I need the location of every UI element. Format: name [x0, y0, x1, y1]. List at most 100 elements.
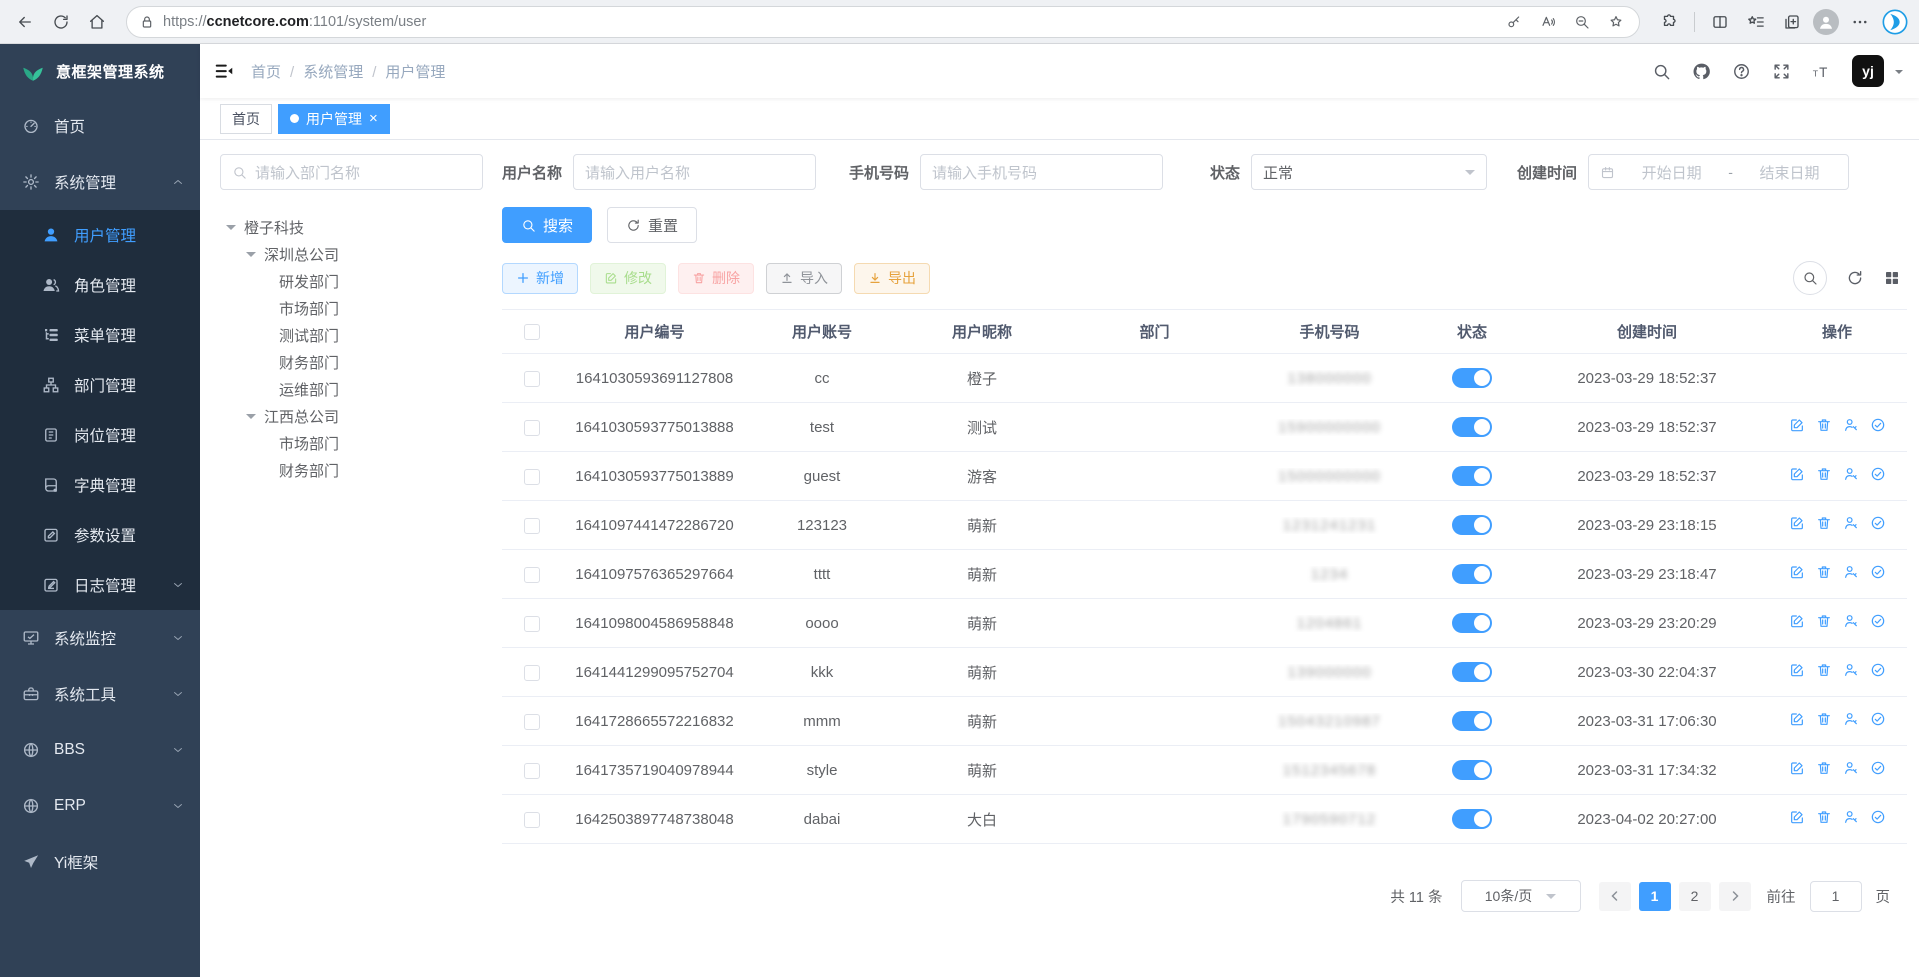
sidebar-fold-icon[interactable] [213, 60, 235, 82]
tree-node[interactable]: 橙子科技 [220, 214, 483, 241]
sidebar-item[interactable]: 系统监控 [0, 610, 200, 666]
edit-button[interactable]: 修改 [590, 263, 666, 294]
tree-node[interactable]: 市场部门 [220, 295, 483, 322]
close-icon[interactable]: × [369, 111, 378, 126]
status-toggle[interactable] [1452, 662, 1492, 682]
tree-node[interactable]: 市场部门 [220, 430, 483, 457]
status-toggle[interactable] [1452, 711, 1492, 731]
prev-page-button[interactable] [1599, 882, 1631, 911]
row-checkbox[interactable] [524, 518, 540, 534]
next-page-button[interactable] [1719, 882, 1751, 911]
avatar-caret-down-icon[interactable] [1895, 70, 1903, 78]
home-icon[interactable] [82, 7, 112, 37]
status-toggle[interactable] [1452, 613, 1492, 633]
status-toggle[interactable] [1452, 417, 1492, 437]
reset-password-icon[interactable] [1843, 515, 1859, 531]
tree-node[interactable]: 财务部门 [220, 457, 483, 484]
address-bar[interactable]: https://ccnetcore.com:1101/system/user [126, 6, 1640, 38]
row-checkbox[interactable] [524, 665, 540, 681]
tree-node[interactable]: 测试部门 [220, 322, 483, 349]
edit-icon[interactable] [1789, 515, 1805, 531]
collections-icon[interactable] [1741, 7, 1771, 37]
import-button[interactable]: 导入 [766, 263, 842, 294]
phone-input[interactable]: 请输入手机号码 [920, 154, 1163, 190]
edit-icon[interactable] [1789, 613, 1805, 629]
assign-role-icon[interactable] [1870, 809, 1886, 825]
url-text[interactable]: https://ccnetcore.com:1101/system/user [163, 14, 1493, 30]
user-avatar[interactable]: yj [1852, 55, 1884, 87]
goto-page-input[interactable]: 1 [1810, 881, 1862, 912]
row-checkbox[interactable] [524, 763, 540, 779]
fullscreen-icon[interactable] [1772, 62, 1791, 81]
zoom-out-icon[interactable] [1569, 9, 1595, 35]
breadcrumb-item[interactable]: 系统管理 [303, 64, 363, 81]
sidebar-item[interactable]: Yi框架 [0, 834, 200, 890]
page-tab[interactable]: 首页 [220, 104, 272, 134]
reset-password-icon[interactable] [1843, 417, 1859, 433]
edit-icon[interactable] [1789, 809, 1805, 825]
date-range-picker[interactable]: 开始日期 - 结束日期 [1588, 154, 1849, 190]
tree-caret-icon[interactable] [226, 225, 236, 235]
sidebar-item[interactable]: 角色管理 [0, 260, 200, 310]
edit-icon[interactable] [1789, 760, 1805, 776]
reset-password-icon[interactable] [1843, 809, 1859, 825]
row-checkbox[interactable] [524, 567, 540, 583]
search-icon[interactable] [1652, 62, 1671, 81]
lock-icon[interactable] [139, 14, 155, 30]
trash-icon[interactable] [1816, 417, 1832, 433]
row-checkbox[interactable] [524, 714, 540, 730]
edit-icon[interactable] [1789, 711, 1805, 727]
split-screen-icon[interactable] [1705, 7, 1735, 37]
edit-icon[interactable] [1789, 564, 1805, 580]
sidebar-item[interactable]: ERP [0, 778, 200, 834]
department-search-input[interactable]: 请输入部门名称 [220, 154, 483, 190]
tree-node[interactable]: 深圳总公司 [220, 241, 483, 268]
status-select[interactable]: 正常 [1251, 154, 1487, 190]
trash-icon[interactable] [1816, 466, 1832, 482]
extensions-icon[interactable] [1654, 7, 1684, 37]
app-logo[interactable]: 意框架管理系统 [0, 44, 200, 98]
page-tab[interactable]: 用户管理 × [278, 104, 390, 134]
assign-role-icon[interactable] [1870, 760, 1886, 776]
add-button[interactable]: 新增 [502, 263, 578, 294]
assign-role-icon[interactable] [1870, 515, 1886, 531]
status-toggle[interactable] [1452, 466, 1492, 486]
sidebar-item[interactable]: 用户管理 [0, 210, 200, 260]
search-button[interactable]: 搜索 [502, 207, 592, 243]
assign-role-icon[interactable] [1870, 613, 1886, 629]
reset-password-icon[interactable] [1843, 711, 1859, 727]
row-checkbox[interactable] [524, 616, 540, 632]
sidebar-item[interactable]: 字典管理 [0, 460, 200, 510]
tree-caret-icon[interactable] [246, 252, 256, 262]
trash-icon[interactable] [1816, 809, 1832, 825]
username-input[interactable]: 请输入用户名称 [573, 154, 816, 190]
assign-role-icon[interactable] [1870, 662, 1886, 678]
trash-icon[interactable] [1816, 613, 1832, 629]
trash-icon[interactable] [1816, 515, 1832, 531]
assign-role-icon[interactable] [1870, 711, 1886, 727]
row-checkbox[interactable] [524, 371, 540, 387]
sidebar-item[interactable]: 岗位管理 [0, 410, 200, 460]
browser-profile-avatar[interactable] [1813, 9, 1839, 35]
row-checkbox[interactable] [524, 469, 540, 485]
sidebar-item[interactable]: 系统工具 [0, 666, 200, 722]
page-size-select[interactable]: 10条/页 [1461, 880, 1581, 912]
read-aloud-icon[interactable] [1535, 9, 1561, 35]
tree-node[interactable]: 江西总公司 [220, 403, 483, 430]
trash-icon[interactable] [1816, 564, 1832, 580]
row-checkbox[interactable] [524, 420, 540, 436]
tree-node[interactable]: 运维部门 [220, 376, 483, 403]
sidebar-item[interactable]: 系统管理 [0, 154, 200, 210]
reset-password-icon[interactable] [1843, 613, 1859, 629]
page-number-button[interactable]: 2 [1679, 882, 1711, 911]
sidebar-item[interactable]: BBS [0, 722, 200, 778]
breadcrumb-item[interactable]: 用户管理 [385, 64, 445, 81]
row-checkbox[interactable] [524, 812, 540, 828]
edit-icon[interactable] [1789, 417, 1805, 433]
select-all-checkbox[interactable] [524, 324, 540, 340]
reset-password-icon[interactable] [1843, 662, 1859, 678]
assign-role-icon[interactable] [1870, 564, 1886, 580]
sidebar-item[interactable]: 部门管理 [0, 360, 200, 410]
column-settings-icon[interactable] [1883, 269, 1901, 287]
status-toggle[interactable] [1452, 515, 1492, 535]
